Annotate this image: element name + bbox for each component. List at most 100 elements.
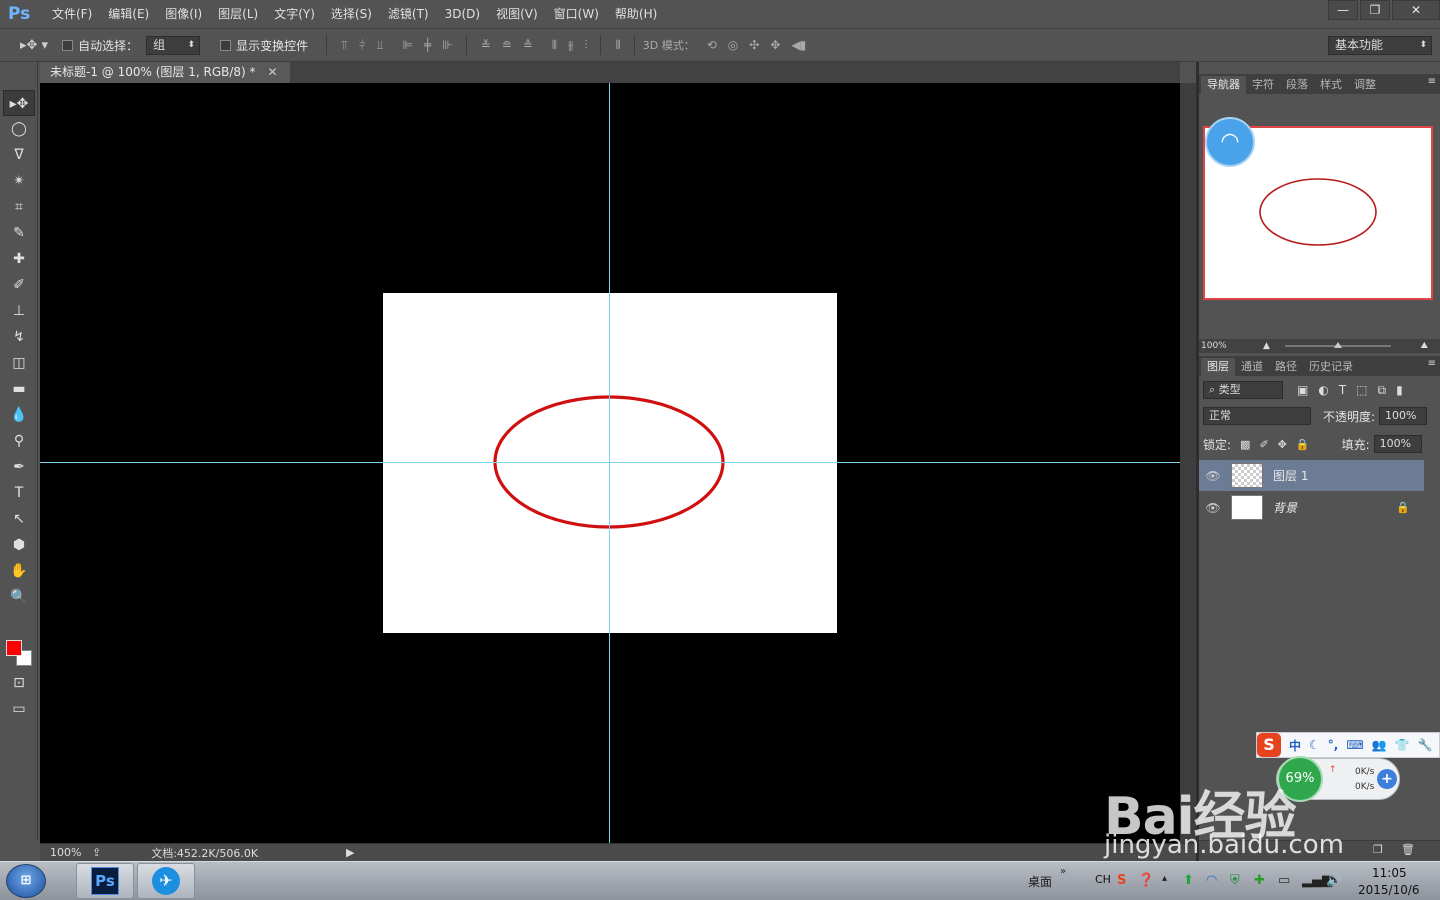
- shield-icon[interactable]: ⛨: [1230, 873, 1240, 888]
- keyboard-icon[interactable]: ⌨: [1346, 738, 1363, 752]
- move-tool-preset-icon[interactable]: ▸✥ ▾: [20, 38, 48, 53]
- fill-input[interactable]: 100%: [1373, 435, 1422, 453]
- distribute-right-icon[interactable]: ⫶: [584, 38, 587, 53]
- new-layer-icon[interactable]: ❐: [1373, 843, 1383, 856]
- eyedropper-icon[interactable]: ✎: [3, 220, 35, 246]
- filter-shape-icon[interactable]: ⬚: [1356, 383, 1367, 397]
- user-icon[interactable]: 👥: [1372, 738, 1387, 752]
- opacity-input[interactable]: 100%: [1379, 407, 1428, 425]
- distribute-bottom-icon[interactable]: ≙: [523, 38, 533, 52]
- skin-icon[interactable]: 👕: [1395, 738, 1410, 752]
- align-vcenter-icon[interactable]: ⫩: [359, 38, 366, 53]
- lock-all-icon[interactable]: 🔒: [1296, 438, 1310, 451]
- workspace-dropdown[interactable]: 基本功能 ⬍: [1328, 36, 1432, 55]
- export-icon[interactable]: ⇪: [92, 846, 101, 859]
- distribute-left-icon[interactable]: ⫴: [552, 38, 557, 53]
- zoom-tool-icon[interactable]: 🔍: [3, 584, 35, 610]
- panel-menu-icon[interactable]: ≡: [1428, 358, 1436, 369]
- taskbar-photoshop[interactable]: Ps: [76, 863, 134, 899]
- auto-select-checkbox[interactable]: [62, 39, 74, 51]
- distribute-top-icon[interactable]: ≚: [481, 38, 491, 52]
- zoom-out-icon[interactable]: ▲: [1263, 339, 1270, 353]
- speed-boost-button[interactable]: +: [1377, 769, 1397, 789]
- layer-name[interactable]: 背景: [1273, 499, 1297, 516]
- quick-mask-icon[interactable]: ⊡: [3, 670, 35, 696]
- navigator-zoom-knob[interactable]: [1334, 342, 1342, 348]
- sogou-tray-icon[interactable]: S: [1117, 873, 1126, 888]
- tab-paths[interactable]: 路径: [1269, 358, 1303, 376]
- brush-tool-icon[interactable]: ✐: [3, 272, 35, 298]
- magic-wand-icon[interactable]: ✴: [3, 168, 35, 194]
- tab-navigator[interactable]: 导航器: [1201, 76, 1246, 94]
- align-top-icon[interactable]: ⫪: [341, 38, 348, 53]
- canvas-area[interactable]: [40, 83, 1180, 843]
- menu-select[interactable]: 选择(S): [323, 0, 380, 28]
- auto-select-dropdown[interactable]: 组 ⬍: [146, 35, 201, 55]
- punctuation-icon[interactable]: °,: [1328, 738, 1339, 752]
- shape-tool-icon[interactable]: ⬢: [3, 532, 35, 558]
- dodge-tool-icon[interactable]: ⚲: [3, 428, 35, 454]
- history-brush-icon[interactable]: ↯: [3, 324, 35, 350]
- update-arrow-icon[interactable]: ⬆: [1183, 873, 1194, 888]
- 3d-scale-icon[interactable]: ◀▮: [791, 38, 806, 52]
- close-tab-icon[interactable]: ✕: [268, 62, 278, 83]
- tab-history[interactable]: 历史记录: [1303, 358, 1359, 376]
- lock-position-icon[interactable]: ✥: [1278, 438, 1287, 451]
- volume-icon[interactable]: 🔊: [1326, 873, 1342, 888]
- visibility-eye-icon[interactable]: 👁: [1199, 469, 1227, 483]
- screen-mode-icon[interactable]: ▭: [3, 696, 35, 722]
- crop-tool-icon[interactable]: ⌗: [3, 194, 35, 220]
- filter-adjustment-icon[interactable]: ◐: [1318, 383, 1328, 397]
- vertical-scrollbar[interactable]: [1180, 83, 1196, 843]
- menu-help[interactable]: 帮助(H): [607, 0, 665, 28]
- ime-mode[interactable]: 中: [1289, 737, 1301, 754]
- 3d-drag-icon[interactable]: ✣: [749, 38, 759, 52]
- lock-pixels-icon[interactable]: ✐: [1259, 438, 1268, 451]
- menu-window[interactable]: 窗口(W): [546, 0, 607, 28]
- menu-3d[interactable]: 3D(D): [437, 0, 488, 28]
- blur-tool-icon[interactable]: 💧: [3, 402, 35, 428]
- toolbar-expand-icon[interactable]: »: [1060, 866, 1066, 877]
- filter-type-icon[interactable]: T: [1339, 383, 1346, 397]
- horizontal-guide[interactable]: [40, 462, 1180, 463]
- move-tool-icon[interactable]: ▸✥: [3, 90, 35, 116]
- visibility-eye-icon[interactable]: 👁: [1199, 501, 1227, 515]
- filter-smart-object-icon[interactable]: ⧉: [1378, 383, 1387, 398]
- battery-icon[interactable]: ▭: [1278, 873, 1290, 888]
- zoom-in-icon[interactable]: ⛰: [1420, 339, 1428, 353]
- distribute-vcenter-icon[interactable]: ≘: [502, 38, 512, 52]
- moon-icon[interactable]: ☾: [1309, 738, 1320, 752]
- tab-channels[interactable]: 通道: [1235, 358, 1269, 376]
- desktop-toolbar-label[interactable]: 桌面: [1028, 873, 1052, 890]
- status-zoom[interactable]: 100%: [40, 846, 86, 859]
- distribute-hcenter-icon[interactable]: ⫵: [568, 38, 573, 53]
- tab-adjustments[interactable]: 调整: [1348, 76, 1382, 94]
- menu-filter[interactable]: 滤镜(T): [380, 0, 437, 28]
- clock-date[interactable]: 2015/10/6: [1358, 883, 1420, 897]
- language-indicator[interactable]: CH: [1095, 873, 1111, 886]
- menu-layer[interactable]: 图层(L): [210, 0, 266, 28]
- close-button[interactable]: ✕: [1392, 0, 1440, 20]
- clock-time[interactable]: 11:05: [1372, 866, 1407, 880]
- gradient-tool-icon[interactable]: ▬: [3, 376, 35, 402]
- align-left-icon[interactable]: ⊫: [403, 38, 414, 52]
- type-tool-icon[interactable]: T: [3, 480, 35, 506]
- align-bottom-icon[interactable]: ⫫: [377, 38, 384, 53]
- layer-name[interactable]: 图层 1: [1273, 467, 1308, 484]
- tab-styles[interactable]: 样式: [1314, 76, 1348, 94]
- menu-file[interactable]: 文件(F): [44, 0, 100, 28]
- security-icon[interactable]: ✚: [1254, 873, 1265, 888]
- vertical-guide[interactable]: [609, 83, 610, 843]
- pen-tool-icon[interactable]: ✒: [3, 454, 35, 480]
- tab-character[interactable]: 字符: [1246, 76, 1280, 94]
- align-right-icon[interactable]: ⊪: [442, 38, 453, 52]
- panel-menu-icon[interactable]: ≡: [1428, 76, 1436, 87]
- wrench-icon[interactable]: 🔧: [1418, 738, 1433, 752]
- show-transform-checkbox[interactable]: [220, 39, 232, 51]
- menu-type[interactable]: 文字(Y): [266, 0, 323, 28]
- layer-filter-dropdown[interactable]: ⌕ 类型: [1203, 381, 1283, 399]
- delete-layer-icon[interactable]: 🗑: [1401, 843, 1415, 856]
- filter-pixel-icon[interactable]: ▣: [1297, 383, 1308, 397]
- layer-row[interactable]: 👁 背景 🔒: [1199, 492, 1424, 523]
- wifi-icon[interactable]: ◠: [1205, 117, 1255, 167]
